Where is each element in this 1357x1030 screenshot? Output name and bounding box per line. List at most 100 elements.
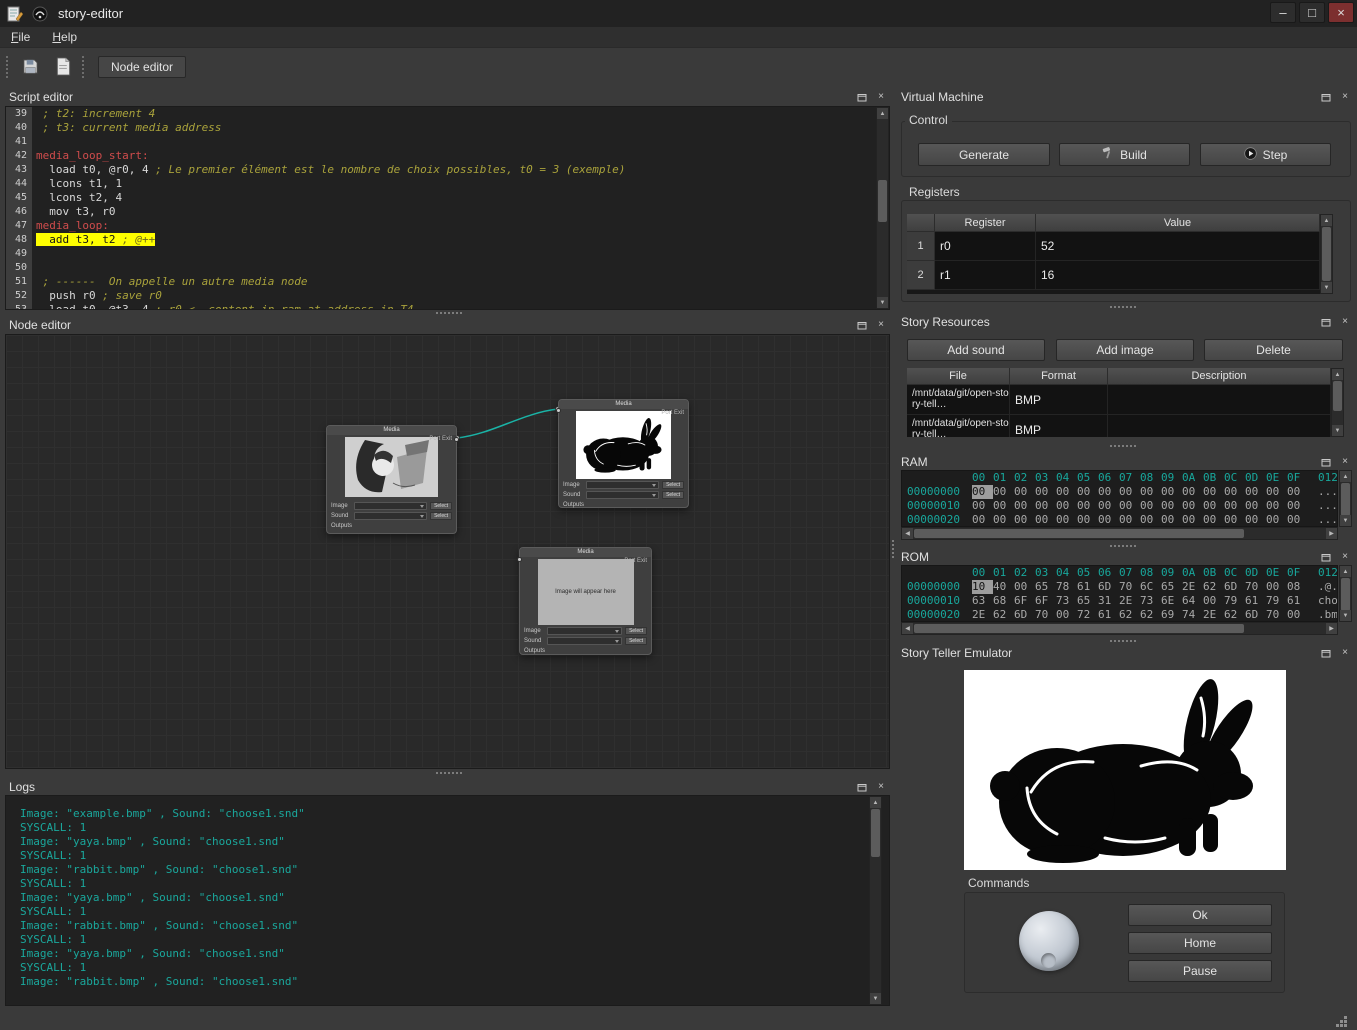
input-port[interactable]	[556, 408, 561, 413]
hex-byte[interactable]: 69	[1161, 608, 1182, 622]
hex-byte[interactable]: 00	[1224, 499, 1245, 513]
scroll-down-icon[interactable]: ▼	[877, 297, 888, 308]
column-splitter-handle[interactable]	[892, 540, 894, 542]
scroll-right-icon[interactable]: ▶	[1326, 528, 1337, 539]
splitter-handle[interactable]	[1110, 545, 1112, 547]
hex-byte[interactable]: 31	[1098, 594, 1119, 608]
hex-byte[interactable]: 00	[1203, 513, 1224, 527]
dock-close-icon[interactable]: ×	[875, 91, 887, 103]
resource-format-cell[interactable]: BMP	[1010, 385, 1108, 415]
hex-byte[interactable]: 73	[1056, 594, 1077, 608]
register-row[interactable]: 2r116	[907, 261, 1320, 290]
splitter-handle[interactable]	[436, 772, 438, 774]
hex-byte[interactable]: 00	[1014, 513, 1035, 527]
build-button[interactable]: Build	[1059, 143, 1190, 166]
menu-file[interactable]: File	[0, 28, 41, 46]
script-line[interactable]: 49	[6, 247, 889, 261]
file-column-header[interactable]: File	[907, 368, 1010, 385]
hex-byte[interactable]: 08	[1287, 580, 1308, 594]
hex-byte[interactable]: 65	[1035, 580, 1056, 594]
script-editor-scrollbar[interactable]: ▲ ▼	[876, 107, 889, 309]
node-editor-toolbar-button[interactable]: Node editor	[98, 56, 186, 78]
dock-float-icon[interactable]	[856, 781, 868, 793]
hex-byte[interactable]: 00	[1161, 485, 1182, 499]
resource-file-cell[interactable]: /mnt/data/git/open-story-tell…	[907, 415, 1010, 437]
rom-hex-view[interactable]: 000102030405060708090A0B0C0D0E0F01234567…	[901, 565, 1338, 622]
hex-byte[interactable]: 00	[1119, 485, 1140, 499]
script-line[interactable]: 39 ; t2: increment 4	[6, 107, 889, 121]
hex-byte[interactable]: 00	[1140, 499, 1161, 513]
hex-byte[interactable]: 00	[1077, 499, 1098, 513]
hex-byte[interactable]: 00	[1266, 485, 1287, 499]
select-button[interactable]: Select	[430, 512, 452, 520]
hex-byte[interactable]: 00	[1245, 485, 1266, 499]
hex-byte[interactable]: 2E	[1203, 608, 1224, 622]
hex-byte[interactable]: 79	[1224, 594, 1245, 608]
hex-byte[interactable]: 00	[1014, 580, 1035, 594]
resource-description-cell[interactable]	[1108, 385, 1331, 415]
toolbar-drag-handle[interactable]	[6, 56, 10, 78]
hex-byte[interactable]: 00	[1182, 499, 1203, 513]
save-icon[interactable]	[17, 54, 43, 80]
home-button[interactable]: Home	[1128, 932, 1272, 954]
script-line[interactable]: 44 lcons t1, 1	[6, 177, 889, 191]
dock-close-icon[interactable]: ×	[1339, 551, 1351, 563]
hex-byte[interactable]: 61	[1287, 594, 1308, 608]
script-line[interactable]: 50	[6, 261, 889, 275]
scroll-up-icon[interactable]: ▲	[1321, 215, 1332, 226]
hex-byte[interactable]: 00	[972, 499, 993, 513]
hex-byte[interactable]: 62	[993, 608, 1014, 622]
select-button[interactable]: Select	[662, 491, 684, 499]
logs-console[interactable]: Image: "example.bmp" , Sound: "choose1.s…	[5, 795, 890, 1006]
register-value-cell[interactable]: 52	[1036, 232, 1320, 261]
select-button[interactable]: Select	[625, 627, 647, 635]
generate-button[interactable]: Generate	[918, 143, 1050, 166]
hex-byte[interactable]: 6D	[1224, 580, 1245, 594]
script-line[interactable]: 51 ; ------ On appelle un autre media no…	[6, 275, 889, 289]
registers-scrollbar[interactable]: ▲ ▼	[1320, 214, 1333, 294]
hex-byte[interactable]: 64	[1182, 594, 1203, 608]
hex-byte[interactable]: 00	[1161, 513, 1182, 527]
hex-byte[interactable]: 00	[1182, 513, 1203, 527]
hex-byte[interactable]: 00	[1056, 608, 1077, 622]
scrollbar-handle[interactable]	[1322, 227, 1331, 281]
register-column-header[interactable]: Register	[935, 214, 1036, 232]
script-line[interactable]: 52 push r0 ; save r0	[6, 289, 889, 303]
hex-byte[interactable]: 70	[1245, 580, 1266, 594]
hex-byte[interactable]: 70	[1119, 580, 1140, 594]
minimize-button[interactable]: –	[1270, 2, 1296, 23]
splitter-handle[interactable]	[1110, 445, 1112, 447]
dock-close-icon[interactable]: ×	[875, 319, 887, 331]
hex-byte[interactable]: 00	[1287, 485, 1308, 499]
hex-byte[interactable]: 00	[1056, 485, 1077, 499]
media-node-3[interactable]: Media Port Exit Image will appear here I…	[519, 547, 652, 655]
dock-float-icon[interactable]	[1320, 91, 1332, 103]
close-button[interactable]: ×	[1328, 2, 1354, 23]
hex-byte[interactable]: 10	[972, 580, 993, 594]
hex-byte[interactable]: 00	[1161, 499, 1182, 513]
delete-button[interactable]: Delete	[1204, 339, 1343, 361]
media-node-1[interactable]: Media Port Exit ImageSelect SoundSelect …	[326, 425, 457, 534]
dock-float-icon[interactable]	[1320, 456, 1332, 468]
maximize-button[interactable]: □	[1299, 2, 1325, 23]
pause-button[interactable]: Pause	[1128, 960, 1272, 982]
image-combo[interactable]	[547, 627, 622, 635]
hex-byte[interactable]: 00	[1203, 485, 1224, 499]
image-combo[interactable]	[586, 481, 659, 489]
scroll-up-icon[interactable]: ▲	[877, 108, 888, 119]
hex-byte[interactable]: 62	[1203, 580, 1224, 594]
new-document-icon[interactable]	[50, 54, 76, 80]
hex-byte[interactable]: 40	[993, 580, 1014, 594]
hex-byte[interactable]: 00	[1119, 499, 1140, 513]
hex-byte[interactable]: 2E	[972, 608, 993, 622]
hex-byte[interactable]: 70	[1266, 608, 1287, 622]
script-line[interactable]: 48 add t3, t2 ; @++	[6, 233, 889, 247]
hex-byte[interactable]: 00	[993, 499, 1014, 513]
dock-float-icon[interactable]	[856, 319, 868, 331]
image-combo[interactable]	[354, 502, 427, 510]
resource-format-cell[interactable]: BMP	[1010, 415, 1108, 437]
resource-file-cell[interactable]: /mnt/data/git/open-story-tell…	[907, 385, 1010, 415]
script-line[interactable]: 42media_loop_start:	[6, 149, 889, 163]
hex-byte[interactable]: 00	[1266, 580, 1287, 594]
hex-byte[interactable]: 00	[993, 513, 1014, 527]
